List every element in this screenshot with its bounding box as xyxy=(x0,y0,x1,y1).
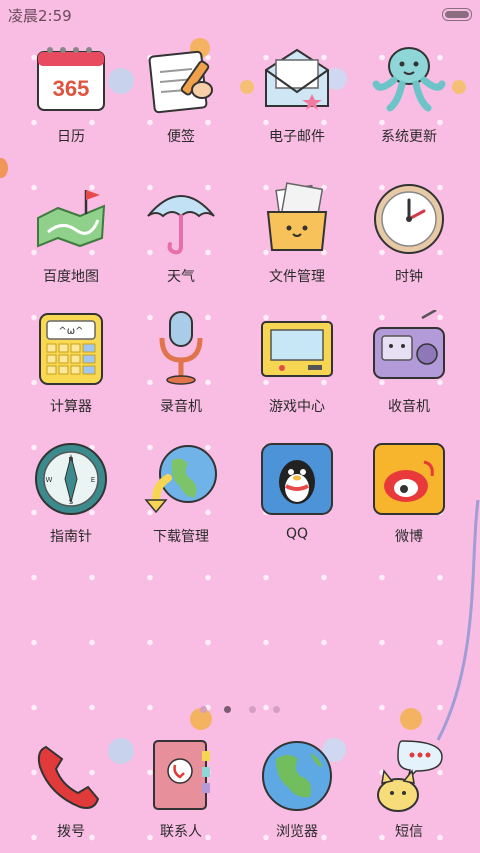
page-dot[interactable] xyxy=(248,706,256,713)
umbrella-icon xyxy=(147,195,215,255)
qq-penguin-icon xyxy=(261,443,333,515)
app-label: QQ xyxy=(285,526,309,542)
app-calculator[interactable]: ^ω^ 计算器 xyxy=(16,310,126,416)
compass-icon: N S E W xyxy=(35,443,107,515)
app-compass[interactable]: N S E W 指南针 xyxy=(16,440,126,546)
page-dot[interactable] xyxy=(200,706,208,713)
app-label: 录音机 xyxy=(160,399,202,415)
app-weibo[interactable]: 微博 xyxy=(354,440,464,546)
app-downloads[interactable]: 下载管理 xyxy=(126,440,236,546)
status-bar: 凌晨2:59 xyxy=(0,0,480,28)
app-maps[interactable]: 百度地图 xyxy=(16,180,126,286)
phone-handset-icon xyxy=(37,745,100,809)
calendar-365-icon: 365 xyxy=(37,47,105,111)
app-label: 下载管理 xyxy=(153,529,209,545)
page-dot[interactable] xyxy=(272,706,280,713)
map-flag-icon xyxy=(37,190,106,248)
app-label: 联系人 xyxy=(160,824,202,840)
dock-browser[interactable]: 浏览器 xyxy=(242,737,352,841)
dock-sms[interactable]: 短信 xyxy=(354,737,464,841)
calculator-icon: ^ω^ xyxy=(39,313,103,385)
app-label: 游戏中心 xyxy=(269,399,325,415)
app-label: 电子邮件 xyxy=(269,129,325,145)
battery-icon xyxy=(442,8,472,21)
clock-icon xyxy=(374,184,444,254)
app-label: 浏览器 xyxy=(276,824,318,840)
chat-bubble-cat-icon xyxy=(377,740,443,812)
svg-text:^ω^: ^ω^ xyxy=(58,326,83,337)
notepad-icon xyxy=(148,50,213,114)
app-label: 系统更新 xyxy=(381,129,437,145)
app-calendar[interactable]: 365 日历 xyxy=(16,40,126,146)
app-label: 便签 xyxy=(167,129,195,145)
app-email[interactable]: 电子邮件 xyxy=(242,40,352,146)
envelope-icon xyxy=(265,48,329,110)
app-update[interactable]: 系统更新 xyxy=(354,40,464,146)
status-time: 凌晨2:59 xyxy=(8,7,72,25)
weibo-icon xyxy=(373,443,445,515)
app-label: 文件管理 xyxy=(269,269,325,285)
app-label: 日历 xyxy=(57,129,85,145)
app-label: 时钟 xyxy=(395,269,423,285)
page-indicator xyxy=(0,698,480,717)
app-label: 指南针 xyxy=(50,529,92,545)
app-radio[interactable]: 收音机 xyxy=(354,310,464,416)
app-label: 短信 xyxy=(395,824,423,840)
app-clock[interactable]: 时钟 xyxy=(354,180,464,286)
globe-icon xyxy=(262,741,332,811)
svg-text:W: W xyxy=(46,476,53,484)
app-label: 微博 xyxy=(395,529,423,545)
app-games[interactable]: 游戏中心 xyxy=(242,310,352,416)
svg-text:S: S xyxy=(69,498,74,506)
app-label: 计算器 xyxy=(50,399,92,415)
battery-fill xyxy=(445,11,469,18)
microphone-icon xyxy=(159,311,203,385)
app-qq[interactable]: QQ xyxy=(242,440,352,542)
dock-dialer[interactable]: 拨号 xyxy=(16,737,126,841)
octopus-icon xyxy=(372,47,446,112)
app-weather[interactable]: 天气 xyxy=(126,180,236,286)
game-screen-icon xyxy=(261,321,333,377)
contacts-book-icon xyxy=(153,740,210,810)
globe-download-icon xyxy=(144,445,217,514)
decor-orange-ball xyxy=(0,158,8,178)
app-recorder[interactable]: 录音机 xyxy=(126,310,236,416)
app-label: 收音机 xyxy=(388,399,430,415)
app-notes[interactable]: 便签 xyxy=(126,40,236,146)
svg-text:365: 365 xyxy=(53,76,90,101)
radio-icon xyxy=(373,310,445,379)
svg-text:E: E xyxy=(91,476,95,484)
svg-text:N: N xyxy=(68,456,73,464)
page-dot-active[interactable] xyxy=(224,706,232,713)
dock-contacts[interactable]: 联系人 xyxy=(126,737,236,841)
app-label: 拨号 xyxy=(57,824,85,840)
app-label: 天气 xyxy=(167,269,195,285)
file-box-icon xyxy=(266,182,328,251)
app-files[interactable]: 文件管理 xyxy=(242,180,352,286)
app-label: 百度地图 xyxy=(43,269,99,285)
